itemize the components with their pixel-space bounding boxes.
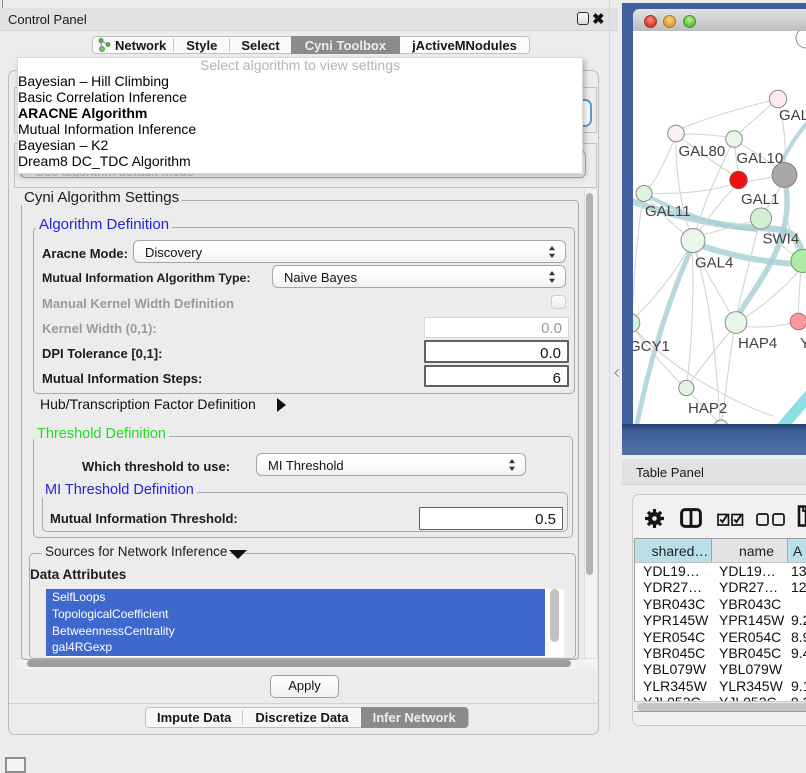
svg-text:HAP4: HAP4 (738, 335, 777, 352)
svg-text:GAL4: GAL4 (695, 255, 733, 272)
svg-text:YM: YM (800, 335, 806, 352)
svg-text:SWI4: SWI4 (763, 231, 800, 248)
svg-text:GCY1: GCY1 (633, 338, 670, 355)
svg-text:GAL80: GAL80 (679, 143, 726, 160)
svg-text:GAL1: GAL1 (741, 191, 779, 208)
svg-text:GAL7: GAL7 (779, 107, 806, 124)
svg-text:GAL11: GAL11 (645, 203, 691, 220)
svg-text:GAL10: GAL10 (737, 150, 784, 167)
svg-text:HAP2: HAP2 (688, 400, 727, 417)
